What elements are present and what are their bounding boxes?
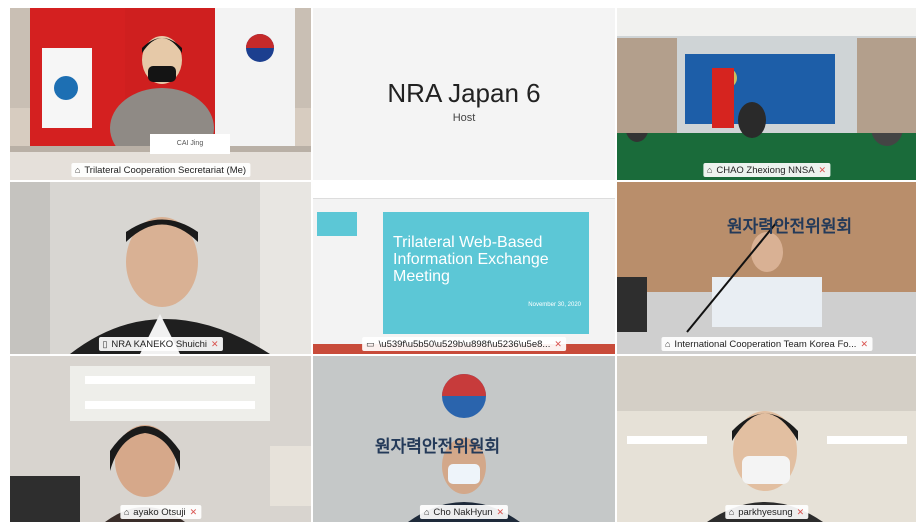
video-feed xyxy=(617,356,916,522)
participant-name: parkhyesung xyxy=(738,506,793,518)
participant-name: Cho NakHyun xyxy=(433,506,493,518)
participant-name: CHAO Zhexiong NNSA xyxy=(716,164,815,176)
video-feed xyxy=(10,8,311,180)
mic-muted-icon: ✕ xyxy=(554,338,562,349)
video-feed xyxy=(617,182,916,354)
mic-muted-icon: ✕ xyxy=(210,338,219,349)
video-tile-host[interactable]: NRA Japan 6 Host xyxy=(313,8,615,180)
participant-name: NRA KANEKO Shuichi xyxy=(111,338,207,350)
video-tile-chao[interactable]: ⌂ CHAO Zhexiong NNSA ✕ xyxy=(617,8,916,180)
host-role: Host xyxy=(452,112,476,124)
participant-name: International Cooperation Team Korea Fo.… xyxy=(674,338,857,350)
pin-icon: ⌂ xyxy=(728,507,735,517)
video-feed xyxy=(10,356,311,522)
pin-icon: ⌂ xyxy=(123,507,130,517)
pin-icon: ⌂ xyxy=(706,165,713,175)
participant-label: ▭ \u539f\u5b50\u529b\u898f\u5236\u5e8...… xyxy=(362,337,566,351)
video-tile-kaneko[interactable]: ▯ NRA KANEKO Shuichi ✕ xyxy=(10,182,311,354)
video-tile-korea-team[interactable]: 원자력안전위원회 ⌂ International Cooperation Tea… xyxy=(617,182,916,354)
participant-label: ⌂ CHAO Zhexiong NNSA ✕ xyxy=(702,163,831,177)
slide-date: November 30, 2020 xyxy=(528,302,581,308)
participant-label: ▯ NRA KANEKO Shuichi ✕ xyxy=(98,337,223,351)
video-tile-cho[interactable]: 원자력안전위원회 ⌂ Cho NakHyun ✕ xyxy=(313,356,615,522)
participant-label: ⌂ ayako Otsuji ✕ xyxy=(119,505,202,519)
mic-muted-icon: ✕ xyxy=(860,338,869,349)
participant-label: ⌂ parkhyesung ✕ xyxy=(724,505,809,519)
phone-icon: ▯ xyxy=(102,338,108,349)
host-name: NRA Japan 6 xyxy=(387,78,541,108)
participant-name: Trilateral Cooperation Secretariat (Me) xyxy=(84,164,247,176)
agency-sign: 원자력안전위원회 xyxy=(727,217,853,236)
ppt-ribbon xyxy=(313,182,615,199)
agency-sign: 원자력안전위원회 xyxy=(375,437,501,456)
video-tile-park[interactable]: ⌂ parkhyesung ✕ xyxy=(617,356,916,522)
participant-name: ayako Otsuji xyxy=(133,506,186,518)
participant-name: \u539f\u5b50\u529b\u898f\u5236\u5e8... xyxy=(378,338,551,350)
participant-label: ⌂ International Cooperation Team Korea F… xyxy=(660,337,873,351)
pin-icon: ⌂ xyxy=(423,507,430,517)
mic-muted-icon: ✕ xyxy=(189,506,198,517)
participant-label: ⌂ Cho NakHyun ✕ xyxy=(419,505,509,519)
mic-muted-icon: ✕ xyxy=(496,506,505,517)
desktop-icon: ▭ xyxy=(366,338,375,349)
video-tile-otsuji[interactable]: ⌂ ayako Otsuji ✕ xyxy=(10,356,311,522)
mic-muted-icon: ✕ xyxy=(818,164,827,175)
slide-thumbnail[interactable] xyxy=(317,212,357,236)
mic-muted-icon: ✕ xyxy=(796,506,805,517)
slide: Trilateral Web-Based Information Exchang… xyxy=(383,212,589,334)
pin-icon: ⌂ xyxy=(74,165,81,175)
video-feed xyxy=(617,8,916,180)
participant-label: ⌂ Trilateral Cooperation Secretariat (Me… xyxy=(70,163,251,177)
video-tile-self[interactable]: CAI Jing ⌂ Trilateral Cooperation Secret… xyxy=(10,8,311,180)
nameplate: CAI Jing xyxy=(150,134,230,154)
slide-title: Trilateral Web-Based Information Exchang… xyxy=(393,234,549,285)
shared-screen-tile[interactable]: Trilateral Web-Based Information Exchang… xyxy=(313,182,615,354)
video-feed xyxy=(10,182,311,354)
pin-icon: ⌂ xyxy=(664,339,671,349)
